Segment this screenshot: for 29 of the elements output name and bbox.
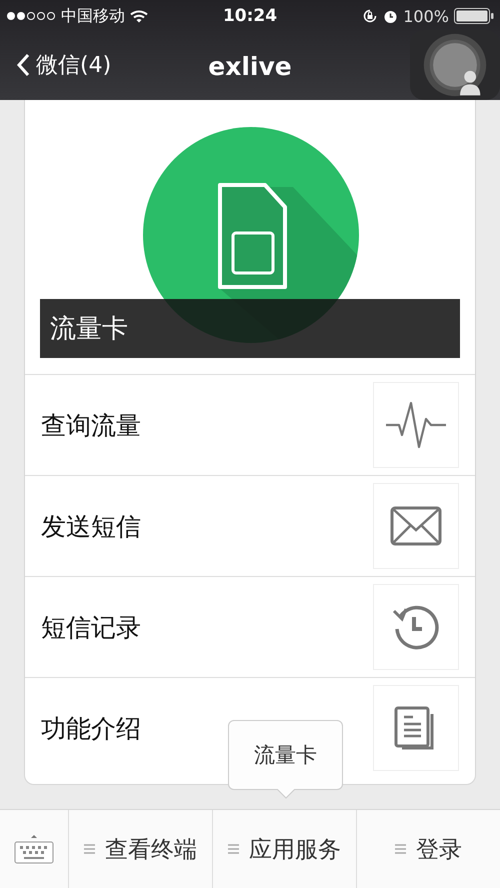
- menu-label[interactable]: 发送短信: [41, 510, 141, 542]
- battery-percent: 100%: [403, 6, 449, 26]
- back-button[interactable]: 微信(4): [16, 50, 112, 80]
- menu-label[interactable]: 短信记录: [41, 610, 141, 644]
- wifi-icon: [130, 10, 148, 22]
- menu-tab[interactable]: 查看终端: [69, 810, 212, 888]
- menu-icon: [395, 844, 406, 854]
- menu-icon: [228, 844, 239, 854]
- submenu-item[interactable]: 流量卡: [248, 740, 323, 770]
- envelope-icon: [390, 506, 442, 546]
- menu-tab[interactable]: 登录: [357, 810, 500, 888]
- back-label[interactable]: 微信(4): [36, 50, 112, 80]
- menu-label[interactable]: 查询流量: [41, 408, 141, 442]
- battery-icon: [454, 8, 494, 24]
- page-title: exlive: [208, 52, 292, 80]
- menu-label[interactable]: 功能介绍: [41, 712, 141, 744]
- history-icon: [392, 603, 440, 651]
- banner-caption: 流量卡: [40, 299, 460, 358]
- user-avatar-icon: [423, 33, 487, 97]
- keyboard-icon: [14, 834, 54, 864]
- rotation-lock-icon: [362, 8, 378, 24]
- chevron-left-icon: [16, 53, 30, 77]
- carrier-name: 中国移动: [61, 6, 125, 26]
- pulse-icon: [385, 401, 447, 449]
- menu-icon: [84, 844, 95, 854]
- menu-tab[interactable]: 应用服务: [213, 810, 356, 888]
- alarm-icon: [383, 8, 398, 24]
- clock-time: 10:24: [222, 6, 278, 26]
- signal-icon: [6, 11, 56, 21]
